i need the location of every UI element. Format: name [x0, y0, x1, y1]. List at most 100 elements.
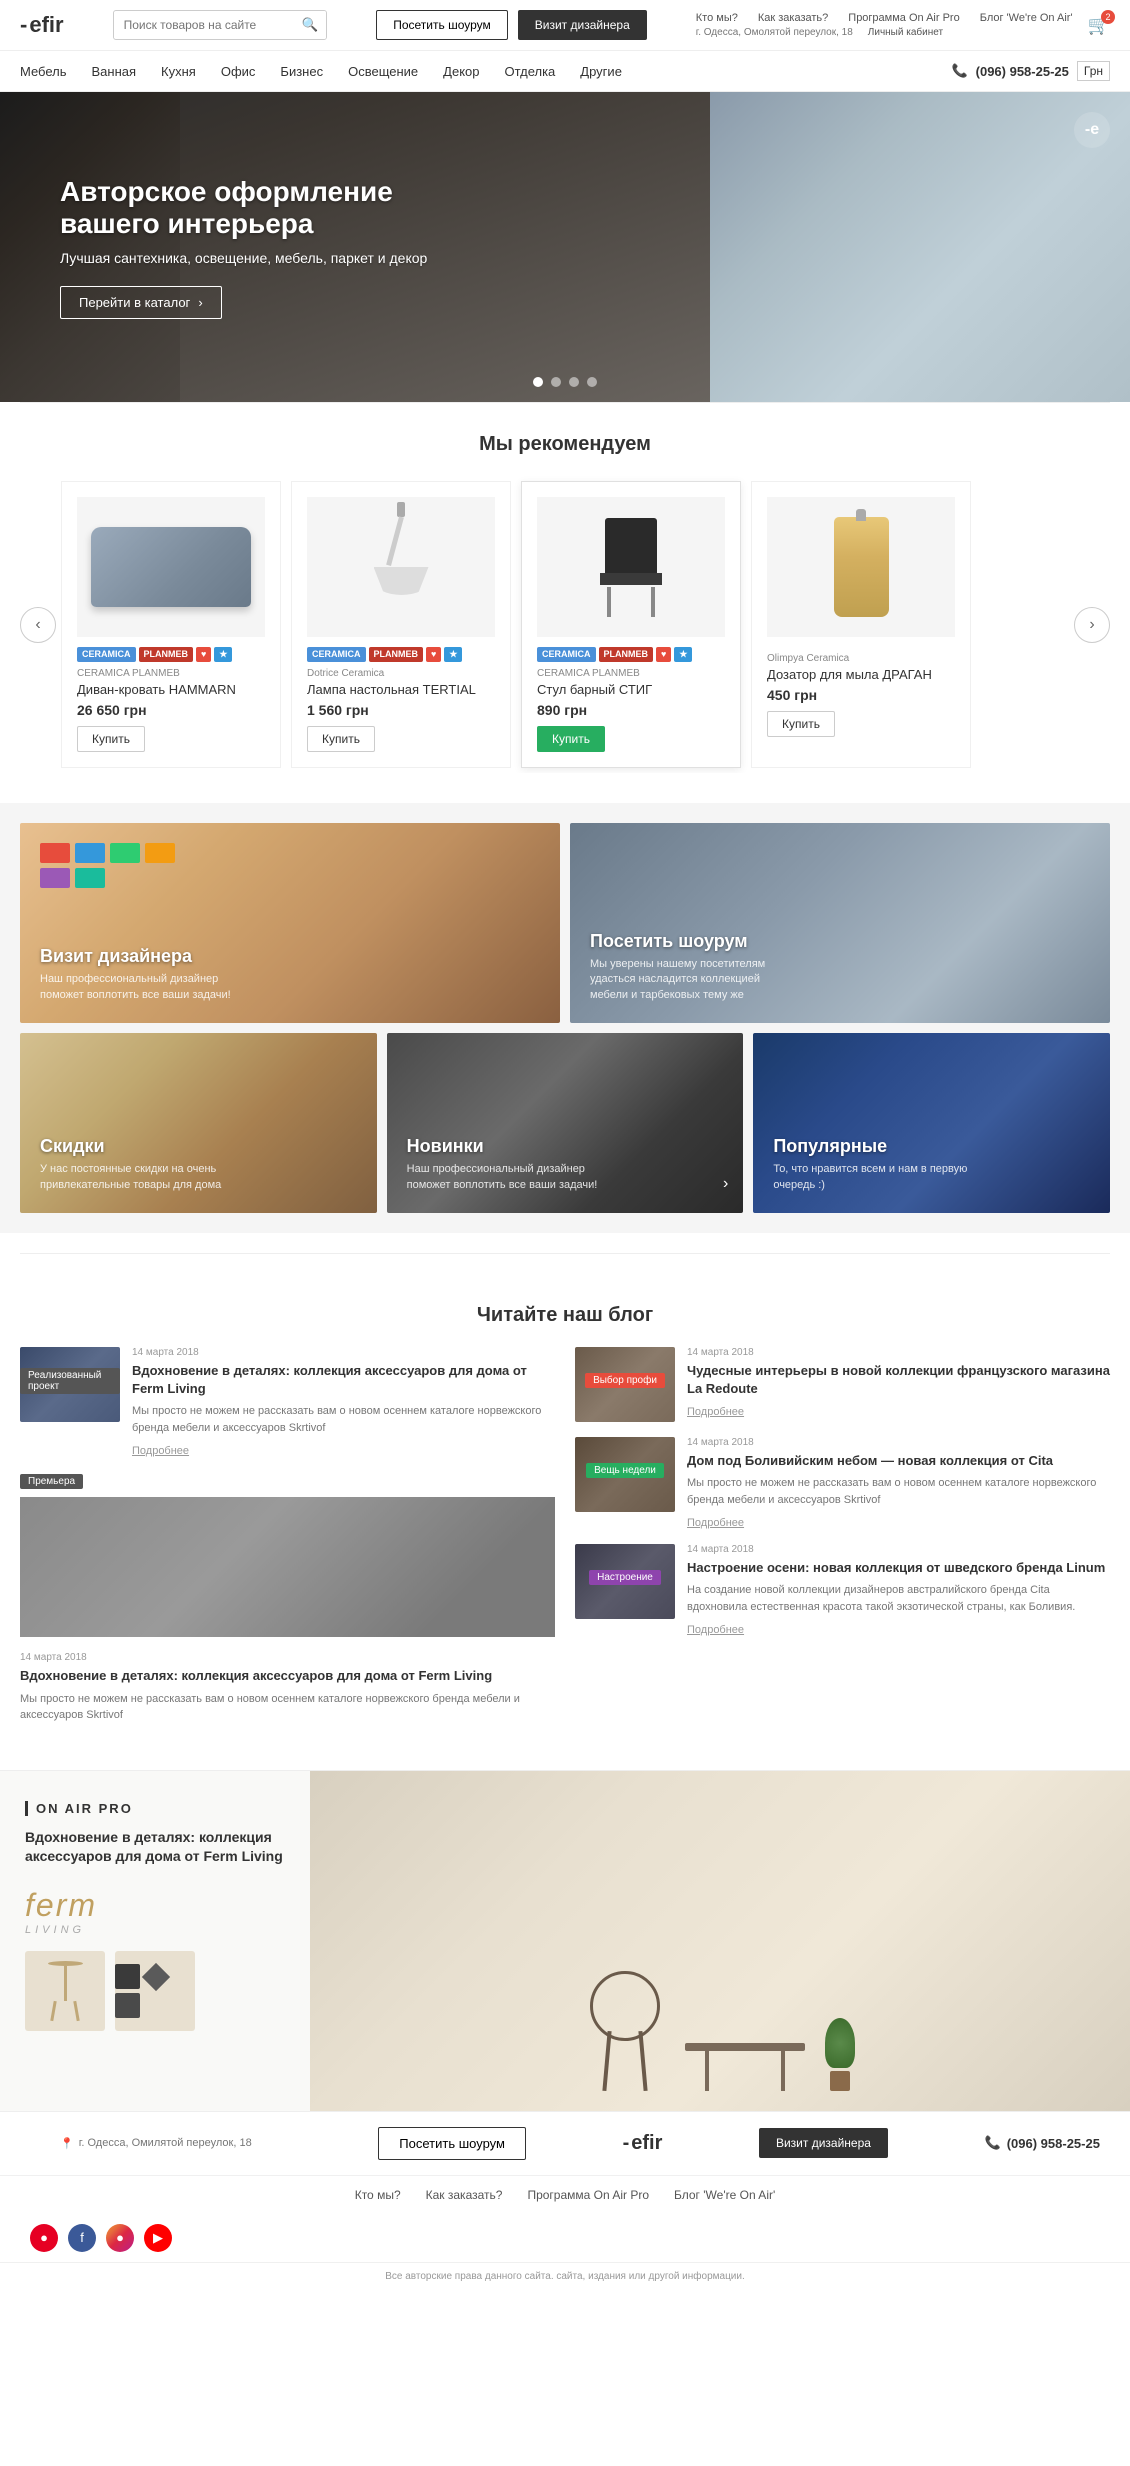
blog-premiere-image: [20, 1497, 555, 1637]
product-vendor-lamp: Dotrice Ceramica: [307, 668, 495, 679]
nav-office[interactable]: Офис: [221, 64, 256, 79]
badge-heart-chair: ♥: [656, 647, 671, 662]
blog-more-1[interactable]: Подробнее: [132, 1445, 189, 1457]
promo-title-new: Новинки: [407, 1136, 607, 1157]
blog-title: Читайте наш блог: [20, 1274, 1110, 1347]
youtube-icon[interactable]: ▶: [144, 2224, 172, 2252]
blog-right-column: Выбор профи 14 марта 2018 Чудесные интер…: [575, 1347, 1110, 1730]
footer-designer-button[interactable]: Визит дизайнера: [759, 2128, 888, 2158]
dispenser-visual: [834, 517, 889, 617]
how-to-order-link[interactable]: Как заказать?: [758, 12, 828, 24]
blog-image-2: Выбор профи: [575, 1347, 675, 1422]
hero-dot-1[interactable]: [533, 377, 543, 387]
buy-button-lamp[interactable]: Купить: [307, 726, 375, 752]
promo-arrow-new[interactable]: ›: [723, 1175, 728, 1193]
promo-content-popular: Популярные То, что нравится всем и нам в…: [773, 1136, 973, 1193]
product-price-lamp: 1 560 грн: [307, 702, 495, 718]
blog-post-6: 14 марта 2018 Вдохновение в деталях: кол…: [20, 1652, 555, 1723]
account-link[interactable]: Личный кабинет: [868, 27, 943, 38]
product-badges-sofa: CERAMICA PLANMEB ♥ ★: [77, 647, 265, 662]
promo-desc-new: Наш профессиональный дизайнер поможет во…: [407, 1162, 607, 1193]
footer-nav: Кто мы? Как заказать? Программа On Air P…: [0, 2175, 1130, 2214]
blog-badge-4: Вещь недели: [586, 1463, 664, 1478]
blog-excerpt-6: Мы просто не можем не рассказать вам о н…: [20, 1691, 555, 1724]
logo[interactable]: - efir: [20, 12, 64, 38]
hero-catalog-button[interactable]: Перейти в каталог ›: [60, 286, 222, 319]
promo-card-sale[interactable]: Скидки У нас постоянные скидки на очень …: [20, 1033, 377, 1213]
promo-card-new[interactable]: Новинки Наш профессиональный дизайнер по…: [387, 1033, 744, 1213]
footer-nav-blog[interactable]: Блог 'We're On Air': [674, 2188, 775, 2202]
nav-kitchen[interactable]: Кухня: [161, 64, 196, 79]
blog-post-5: Настроение 14 марта 2018 Настроение осен…: [575, 1544, 1110, 1636]
promo-card-popular[interactable]: Популярные То, что нравится всем и нам в…: [753, 1033, 1110, 1213]
blog-link[interactable]: Блог 'We're On Air': [980, 12, 1073, 24]
blog-more-2[interactable]: Подробнее: [687, 1406, 744, 1418]
promo-desc-sale: У нас постоянные скидки на очень привлек…: [40, 1162, 240, 1193]
promo-card-designer[interactable]: Визит дизайнера Наш профессиональный диз…: [20, 823, 560, 1023]
address: г. Одесса, Омолятой переулок, 18: [696, 27, 853, 38]
blog-more-4[interactable]: Подробнее: [687, 1517, 744, 1529]
blog-post-premiere: Премьера: [20, 1472, 555, 1637]
hero-dot-3[interactable]: [569, 377, 579, 387]
visit-showroom-button[interactable]: Посетить шоурум: [376, 10, 508, 40]
footer-showroom-button[interactable]: Посетить шоурум: [378, 2127, 526, 2160]
footer-phone-icon: 📞: [985, 2135, 1001, 2151]
footer-nav-how[interactable]: Как заказать?: [426, 2188, 503, 2202]
promo-content-showroom: Посетить шоурум Мы уверены нашему посети…: [590, 931, 790, 1003]
buy-button-dispenser[interactable]: Купить: [767, 711, 835, 737]
blog-image-4: Вещь недели: [575, 1437, 675, 1512]
products-prev-arrow[interactable]: ‹: [20, 607, 56, 643]
facebook-icon[interactable]: f: [68, 2224, 96, 2252]
footer-logo[interactable]: -efir: [623, 2132, 663, 2155]
footer-phone-area: 📞 (096) 958-25-25: [985, 2135, 1100, 2151]
footer-nav-program[interactable]: Программа On Air Pro: [527, 2188, 649, 2202]
badge-ceramica: CERAMICA: [77, 647, 136, 662]
currency-selector[interactable]: Грн: [1077, 61, 1110, 81]
buy-button-chair[interactable]: Купить: [537, 726, 605, 752]
blog-date-4: 14 марта 2018: [687, 1437, 1110, 1448]
hero-interior-image: [710, 92, 1130, 402]
promo-title-sale: Скидки: [40, 1136, 240, 1157]
product-vendor-dispenser: Olimpya Ceramica: [767, 653, 955, 664]
program-link[interactable]: Программа On Air Pro: [848, 12, 959, 24]
who-we-are-link[interactable]: Кто мы?: [696, 12, 738, 24]
main-navigation: Мебель Ванная Кухня Офис Бизнес Освещени…: [0, 51, 1130, 92]
pinterest-icon[interactable]: ●: [30, 2224, 58, 2252]
buy-button-sofa[interactable]: Купить: [77, 726, 145, 752]
nav-bathroom[interactable]: Ванная: [92, 64, 137, 79]
footer-copyright: Все авторские права данного сайта. сайта…: [0, 2262, 1130, 2290]
nav-business[interactable]: Бизнес: [280, 64, 323, 79]
nav-decor[interactable]: Декор: [443, 64, 479, 79]
promo-section: Визит дизайнера Наш профессиональный диз…: [0, 803, 1130, 1233]
blog-excerpt-4: Мы просто не можем не рассказать вам о н…: [687, 1475, 1110, 1508]
badge-planmeb: PLANMEB: [139, 647, 194, 662]
cart-icon[interactable]: 🛒 2: [1088, 15, 1110, 36]
instagram-icon[interactable]: ●: [106, 2224, 134, 2252]
nav-other[interactable]: Другие: [580, 64, 622, 79]
search-button[interactable]: 🔍: [294, 11, 327, 39]
hero-title: Авторское оформление вашего интерьера: [60, 176, 440, 240]
nav-furniture[interactable]: Мебель: [20, 64, 67, 79]
blog-date-1: 14 марта 2018: [132, 1347, 555, 1358]
blog-post-1-content: 14 марта 2018 Вдохновение в деталях: кол…: [132, 1347, 555, 1457]
footer-nav-who[interactable]: Кто мы?: [355, 2188, 401, 2202]
search-input[interactable]: [114, 12, 294, 38]
on-air-brand-name: ferm LIVING: [25, 1887, 285, 1936]
nav-finish[interactable]: Отделка: [504, 64, 555, 79]
hero-dot-2[interactable]: [551, 377, 561, 387]
product-vendor-sofa: CERAMICA PLANMEB: [77, 668, 265, 679]
phone-number[interactable]: (096) 958-25-25: [976, 64, 1069, 79]
blog-more-5[interactable]: Подробнее: [687, 1624, 744, 1636]
visit-designer-button[interactable]: Визит дизайнера: [518, 10, 647, 40]
blog-post-title-4: Дом под Боливийским небом — новая коллек…: [687, 1452, 1110, 1470]
on-air-tag: ON AIR PRO: [25, 1801, 285, 1816]
product-card-sofa: CERAMICA PLANMEB ♥ ★ CERAMICA PLANMEB Ди…: [61, 481, 281, 768]
badge-bookmark-lamp: ★: [444, 647, 462, 662]
products-next-arrow[interactable]: ›: [1074, 607, 1110, 643]
hero-dot-4[interactable]: [587, 377, 597, 387]
promo-grid-top: Визит дизайнера Наш профессиональный диз…: [20, 823, 1110, 1023]
promo-content-new: Новинки Наш профессиональный дизайнер по…: [407, 1136, 607, 1193]
promo-card-showroom[interactable]: Посетить шоурум Мы уверены нашему посети…: [570, 823, 1110, 1023]
nav-lighting[interactable]: Освещение: [348, 64, 418, 79]
product-badges-lamp: CERAMICA PLANMEB ♥ ★: [307, 647, 495, 662]
